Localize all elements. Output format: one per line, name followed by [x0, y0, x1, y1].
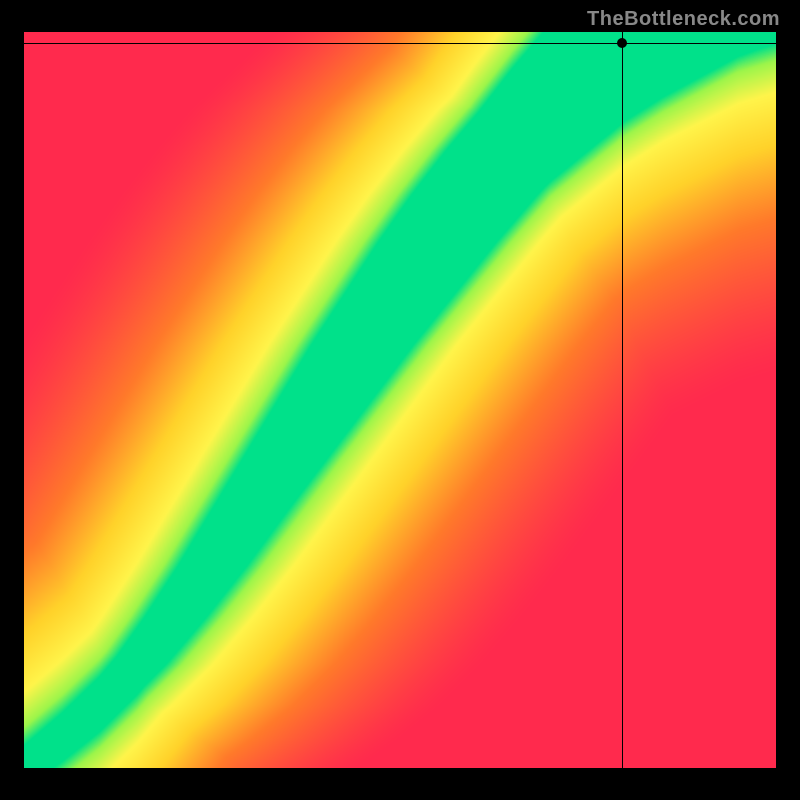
watermark-text: TheBottleneck.com — [587, 8, 780, 31]
chart-frame: TheBottleneck.com — [0, 0, 800, 800]
crosshair-vertical — [622, 32, 623, 768]
crosshair-horizontal — [24, 43, 776, 44]
plot-area — [24, 32, 776, 768]
heatmap-canvas — [24, 32, 776, 768]
marker-dot — [617, 38, 627, 48]
